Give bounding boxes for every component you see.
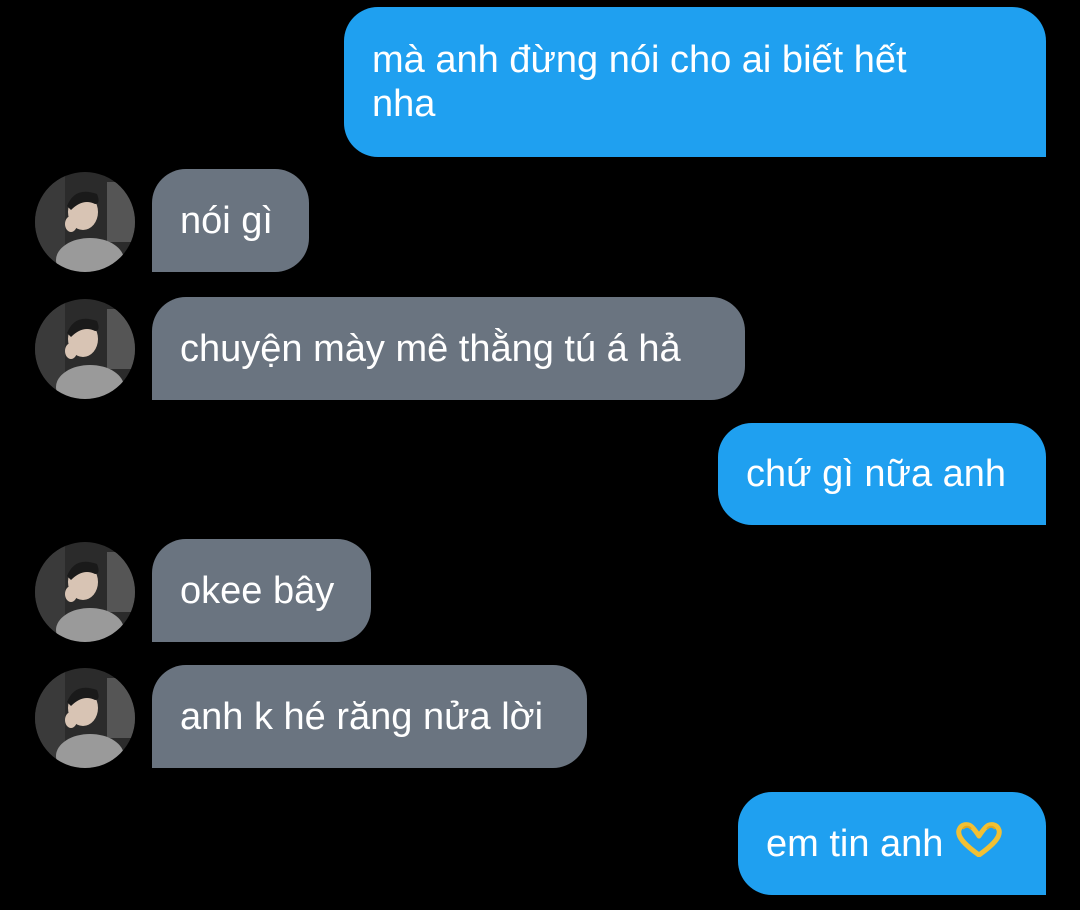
message-text: anh k hé răng nửa lời [180,695,544,738]
message-text: mà anh đừng nói cho ai biết hết nha [372,39,907,125]
heart-hands-icon [955,821,1003,867]
contact-avatar[interactable] [35,172,135,272]
message-text: nói gì [180,199,273,242]
contact-avatar[interactable] [35,542,135,642]
message-bubble-sent[interactable]: chứ gì nữa anh [718,423,1046,525]
message-bubble-sent[interactable]: em tin anh [738,792,1046,895]
contact-avatar[interactable] [35,299,135,399]
message-text: chuyện mày mê thằng tú á hả [180,327,681,370]
message-bubble-received[interactable]: okee bây [152,539,371,642]
message-bubble-received[interactable]: nói gì [152,169,309,272]
contact-avatar[interactable] [35,668,135,768]
message-bubble-sent[interactable]: mà anh đừng nói cho ai biết hết nha [344,7,1046,157]
message-bubble-received[interactable]: anh k hé răng nửa lời [152,665,587,768]
message-text: em tin anh [766,822,944,865]
message-text: okee bây [180,569,335,612]
message-bubble-received[interactable]: chuyện mày mê thằng tú á hả [152,297,745,400]
message-text: chứ gì nữa anh [746,453,1007,495]
